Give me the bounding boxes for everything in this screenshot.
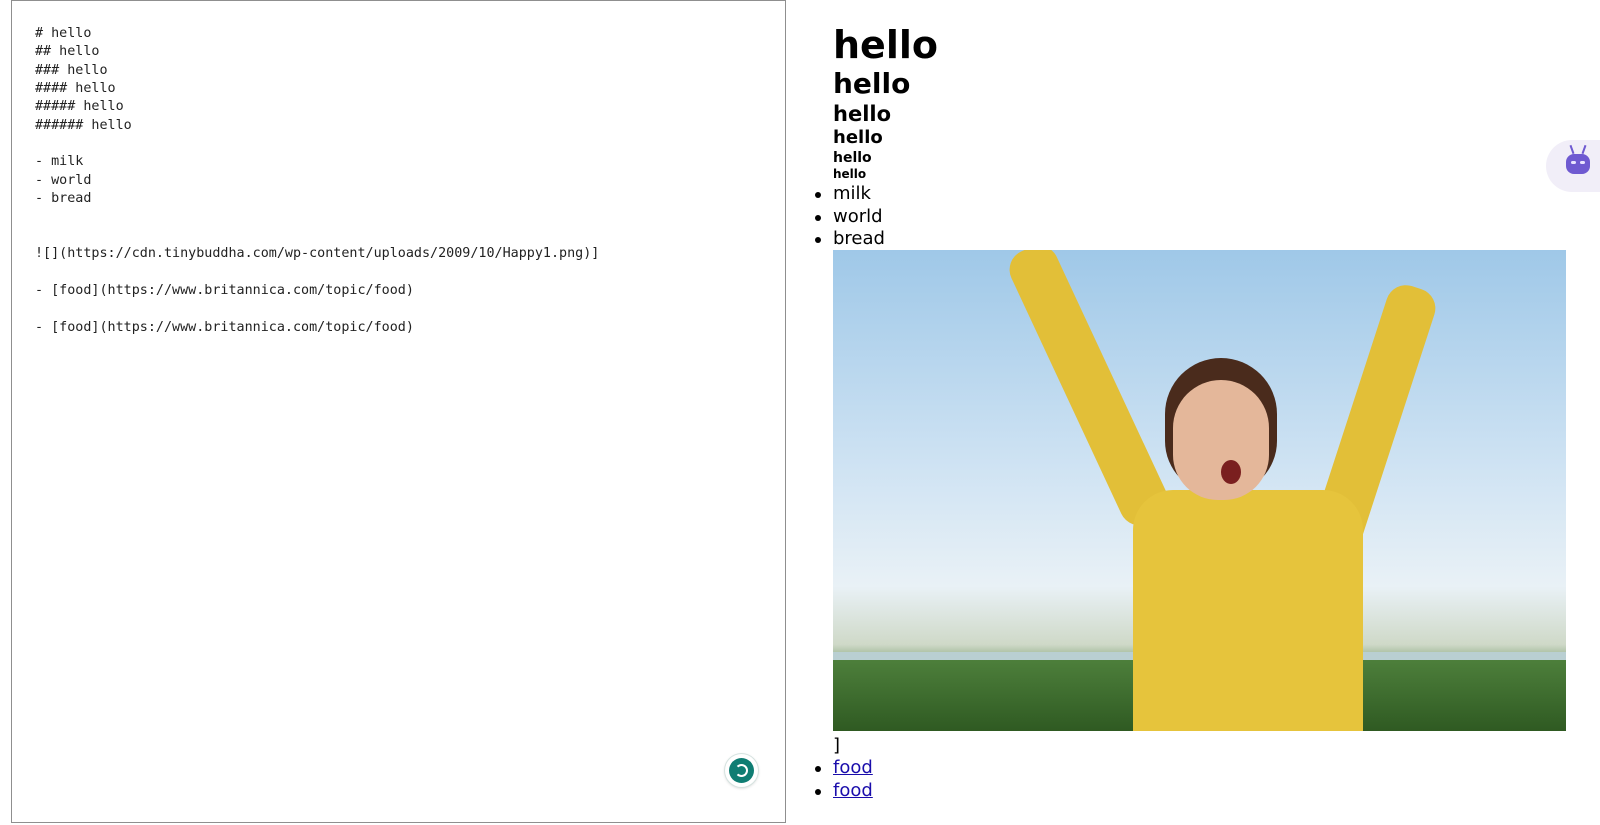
robot-assistant-icon <box>1566 154 1590 174</box>
assistant-button[interactable] <box>1546 140 1600 192</box>
preview-image <box>833 250 1566 731</box>
list-item: world <box>815 206 885 229</box>
preview-link-list: food food <box>815 757 873 803</box>
list-item: food <box>815 757 873 780</box>
preview-heading-5: hello <box>833 150 872 166</box>
preview-list: milk world bread <box>815 183 885 251</box>
food-link[interactable]: food <box>833 780 873 801</box>
list-item: food <box>815 780 873 803</box>
food-link[interactable]: food <box>833 757 873 778</box>
preview-heading-6: hello <box>833 167 867 181</box>
editor-source-text[interactable]: # hello ## hello ### hello #### hello ##… <box>35 25 599 337</box>
list-item: bread <box>815 228 885 251</box>
preview-heading-1: hello <box>833 23 938 67</box>
preview-stray-bracket: ] <box>833 735 841 756</box>
preview-heading-4: hello <box>833 127 883 148</box>
bullet-icon <box>815 192 821 198</box>
grammar-check-icon[interactable] <box>725 754 758 787</box>
list-item: milk <box>815 183 885 206</box>
preview-heading-2: hello <box>833 67 911 100</box>
bullet-icon <box>815 214 821 221</box>
bullet-icon <box>815 237 821 243</box>
markdown-editor[interactable]: # hello ## hello ### hello #### hello ##… <box>11 0 786 823</box>
bullet-icon <box>815 766 821 772</box>
bullet-icon <box>815 788 821 795</box>
preview-heading-3: hello <box>833 102 892 126</box>
